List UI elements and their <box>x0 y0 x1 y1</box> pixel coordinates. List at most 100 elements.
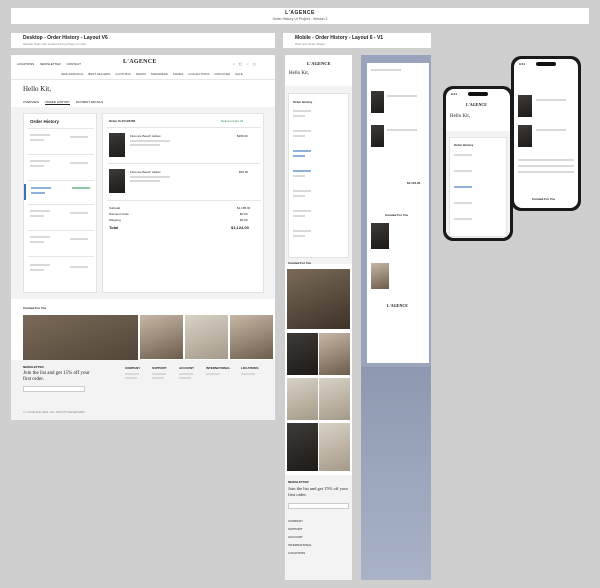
accordion-company[interactable]: COMPANY <box>288 519 303 523</box>
item-price: $95.00 <box>239 170 249 174</box>
nav-clothing[interactable]: CLOTHING <box>115 72 131 76</box>
nav-discover[interactable]: DISCOVER <box>214 72 230 76</box>
order-row[interactable] <box>293 190 347 197</box>
order-row[interactable] <box>293 210 347 217</box>
curated-image[interactable] <box>287 423 318 471</box>
project-subtitle: Order History UI Project - Version 2 <box>272 17 328 21</box>
bag-icon[interactable]: ▢ <box>253 62 256 66</box>
curated-image[interactable] <box>371 223 389 249</box>
order-row[interactable] <box>293 230 347 237</box>
heart-icon[interactable]: ♡ <box>246 62 249 66</box>
nav-collections[interactable]: COLLECTIONS <box>188 72 209 76</box>
totals-subtotal-value: $1,185.00 <box>237 206 251 210</box>
phone-2-screen: 9:41 Curated For You <box>514 59 578 208</box>
desktop-greeting: Hello Kit, <box>23 85 51 93</box>
order-row-selected[interactable] <box>24 184 96 200</box>
mobile-newsletter-text: Join the list and get 15% off your first… <box>288 486 349 497</box>
accordion-locations[interactable]: LOCATIONS <box>288 551 305 555</box>
mobile-section-label: Mobile - Order History - Layout 6 - V1 W… <box>283 33 431 48</box>
topnav-newsletter[interactable]: NEWSLETTER <box>40 62 61 66</box>
curated-image[interactable] <box>287 378 318 420</box>
order-row[interactable] <box>293 110 347 117</box>
desktop-header-icons: ⌕ ◯ ♡ ▢ <box>233 62 256 66</box>
order-row[interactable] <box>293 170 347 177</box>
desktop-section-subtitle: Sidebar Style with Inward Facing Page on… <box>23 42 87 46</box>
totals-subtotal-label: Subtotal <box>109 206 121 210</box>
order-row[interactable] <box>30 134 92 148</box>
tab-overview[interactable]: OVERVIEW <box>23 100 39 104</box>
project-header: L'AGENCE Order History UI Project - Vers… <box>11 8 589 24</box>
phone-mockup-2: 9:41 Curated For You <box>511 56 581 211</box>
nav-best-sellers[interactable]: BEST SELLERS <box>88 72 110 76</box>
footer-col-company: COMPANY <box>125 366 141 370</box>
order-row[interactable] <box>293 130 347 137</box>
accordion-international[interactable]: INTERNATIONAL <box>288 543 312 547</box>
order-row-selected[interactable] <box>293 150 347 157</box>
order-list-heading: Order History <box>30 119 60 124</box>
mobile-detail-total: $1,124.00 <box>407 181 421 185</box>
phone-1-greeting: Hello Kit, <box>450 114 470 119</box>
topnav-locations[interactable]: LOCATIONS <box>17 62 34 66</box>
nav-divider <box>11 79 275 80</box>
phone-1-order-heading: Order History <box>454 143 474 147</box>
product-image[interactable] <box>371 125 384 147</box>
product-image[interactable] <box>109 133 125 157</box>
overlay-dimmed-area <box>361 367 431 580</box>
topnav-contact[interactable]: CONTACT <box>67 62 81 66</box>
nav-swimwear[interactable]: SWIMWEAR <box>151 72 168 76</box>
phone-2-curated: Curated For You <box>532 197 556 201</box>
tab-order-history[interactable]: ORDER HISTORY <box>45 100 70 104</box>
order-row[interactable] <box>30 210 92 224</box>
curated-image[interactable] <box>371 263 389 289</box>
project-brand: L'AGENCE <box>285 10 315 16</box>
product-image[interactable] <box>518 125 532 147</box>
curated-image[interactable] <box>287 269 350 329</box>
item-name[interactable]: Florence Beach Jacket <box>130 134 161 138</box>
curated-image[interactable] <box>319 423 350 471</box>
curated-image[interactable] <box>185 315 228 359</box>
item-name[interactable]: Florence Beach Jacket <box>130 170 161 174</box>
desktop-copyright: © L'AGENCE 2024. ALL RIGHTS RESERVED <box>23 410 85 414</box>
mobile-footer: NEWSLETTER Join the list and get 15% off… <box>285 475 352 580</box>
accordion-account[interactable]: ACCOUNT <box>288 535 303 539</box>
curated-image[interactable] <box>319 333 350 375</box>
nav-shoes[interactable]: SHOES <box>173 72 184 76</box>
phone-1-screen: 9:41 L'AGENCE Hello Kit, Order History <box>446 89 510 238</box>
mobile-curated-sub: Curated For You <box>385 213 409 217</box>
desktop-section-label: Desktop - Order History - Layout V6 Side… <box>11 33 275 48</box>
search-icon[interactable]: ⌕ <box>233 62 235 66</box>
user-icon[interactable]: ◯ <box>239 62 242 66</box>
product-image[interactable] <box>518 95 532 117</box>
desktop-order-list: Order History <box>23 113 97 293</box>
desktop-curated-heading: Curated For You <box>23 306 47 310</box>
desktop-main-nav: NEW ARRIVALS BEST SELLERS CLOTHING DENIM… <box>61 72 243 76</box>
desktop-section-title: Desktop - Order History - Layout V6 <box>23 35 108 41</box>
mobile-mockup-overlay: $1,124.00 Curated For You L'AGENCE <box>361 55 431 580</box>
accordion-support[interactable]: SUPPORT <box>288 527 302 531</box>
product-image[interactable] <box>109 169 125 193</box>
curated-image[interactable] <box>287 333 318 375</box>
totals-total-label: Total <box>109 225 119 230</box>
order-status: Delivered Apr 24 <box>221 119 244 123</box>
mobile-email-input[interactable] <box>288 503 349 509</box>
totals-discount-label: Discount Code <box>109 212 129 216</box>
curated-image[interactable] <box>230 315 273 359</box>
order-row[interactable] <box>30 264 92 278</box>
phone-2-time: 9:41 <box>519 62 526 66</box>
mobile-brand-logo[interactable]: L'AGENCE <box>307 61 331 66</box>
newsletter-email-input[interactable] <box>23 386 85 392</box>
tab-payment-details[interactable]: PAYMENT DETAILS <box>76 100 103 104</box>
nav-denim[interactable]: DENIM <box>136 72 146 76</box>
curated-image[interactable] <box>319 378 350 420</box>
product-image[interactable] <box>371 91 384 113</box>
mobile-order-detail-panel: $1,124.00 Curated For You L'AGENCE <box>367 63 429 363</box>
mobile-section-subtitle: Web and Order Shape <box>295 42 325 46</box>
desktop-order-detail: Order #L4V123456 Delivered Apr 24 Floren… <box>102 113 264 293</box>
order-row[interactable] <box>30 160 92 174</box>
footer-col-account: ACCOUNT <box>179 366 194 370</box>
order-row[interactable] <box>30 236 92 250</box>
nav-new-arrivals[interactable]: NEW ARRIVALS <box>61 72 83 76</box>
curated-image[interactable] <box>140 315 183 359</box>
desktop-brand-logo[interactable]: L'AGENCE <box>123 59 157 65</box>
nav-sale[interactable]: SALE <box>235 72 243 76</box>
